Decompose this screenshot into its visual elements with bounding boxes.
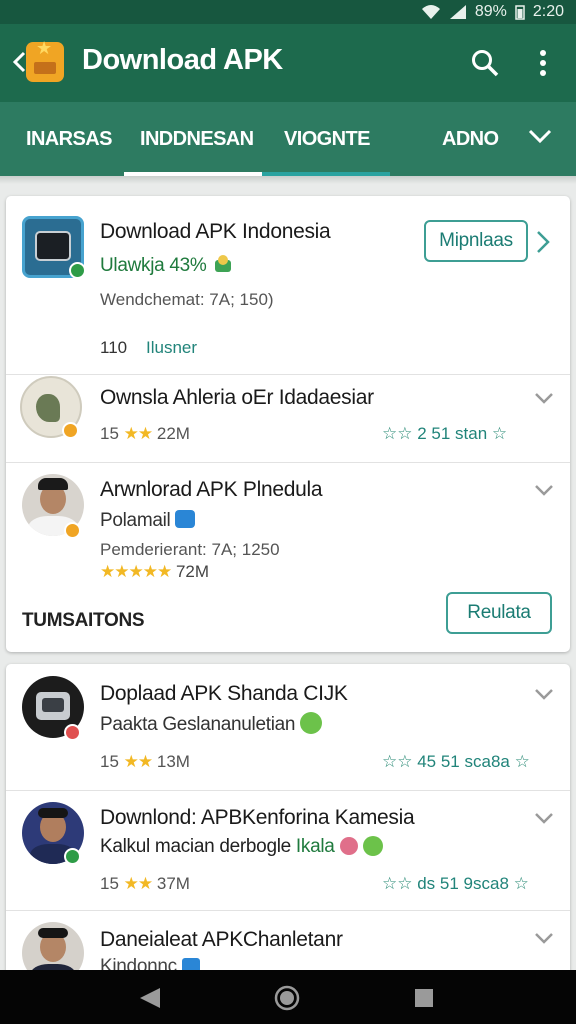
nav-home-icon[interactable] [274, 985, 300, 1011]
star-outline-icon: ☆☆ [382, 424, 413, 443]
system-nav-bar [0, 970, 576, 1024]
app-title[interactable]: Doplaad APK Shanda CIJK [100, 682, 348, 706]
nav-recent-icon[interactable] [414, 988, 434, 1008]
stars-text: ☆☆ 2 51 stan ☆ [382, 424, 507, 444]
stars-value: 2 51 stan [417, 424, 488, 443]
flower-icon [339, 837, 358, 855]
app-title[interactable]: Arwnlorad APK Plnedula [100, 478, 323, 502]
star-outline-icon: ☆☆ [382, 752, 413, 771]
badge-icon [64, 522, 81, 539]
app-rating: ★★★★★ 72M [100, 562, 209, 582]
app-title[interactable]: Daneialeat APKChanletanr [100, 928, 343, 952]
nav-back-icon[interactable] [138, 987, 162, 1009]
star-outline-icon: ☆ [514, 752, 530, 771]
toolbar-shadow [0, 176, 576, 184]
rating-prefix: 15 [100, 874, 119, 893]
stars-text: ☆☆ 45 51 sca8a ☆ [382, 752, 530, 772]
app-size: 13M [156, 752, 190, 771]
chevron-down-icon[interactable] [534, 812, 554, 824]
chevron-down-icon[interactable] [528, 128, 552, 144]
app-list-card-2: Doplaad APK Shanda CIJK Paakta Geslananu… [6, 664, 570, 984]
divider [6, 462, 570, 463]
app-subtitle-text: Paakta Geslananuletian [100, 714, 296, 735]
star-icon: ★★ [123, 874, 154, 893]
chevron-down-icon[interactable] [534, 932, 554, 944]
app-size: 37M [156, 874, 190, 893]
verified-badge-icon [69, 262, 86, 279]
reulata-button[interactable]: Reulata [446, 592, 552, 634]
stars-text: ☆☆ ds 51 9sca8 ☆ [382, 874, 529, 894]
status-bar: 89% 2:20 [0, 0, 576, 24]
chevron-down-icon[interactable] [534, 484, 554, 496]
app-subtitle: Kalkul macian derbogle Ikala [100, 836, 383, 858]
badge-icon [62, 422, 79, 439]
tab-inddnesan[interactable]: INDDNESAN [140, 128, 254, 151]
app-subtitle-text: Ulawkja 43% [100, 255, 207, 276]
tab-bar: INARSAS INDDNESAN VIOGNTE ADNO [0, 102, 576, 176]
app-logo-icon: ★ [26, 38, 64, 82]
tab-viognte[interactable]: VIOGNTE [284, 128, 370, 151]
app-subtitle-text: Polamail [100, 510, 171, 531]
android-icon [214, 255, 231, 272]
signal-icon [449, 5, 466, 19]
app-title[interactable]: Download APK Indonesia [100, 220, 331, 244]
chevron-right-icon[interactable] [536, 230, 550, 254]
app-title: Download APK [82, 44, 283, 76]
app-rating: 15 ★★ 13M [100, 752, 190, 772]
clock: 2:20 [532, 3, 564, 20]
stars-value: 45 51 sca8a [417, 752, 510, 771]
app-subtitle-text: Kalkul macian derbogle [100, 836, 291, 857]
footer-label: Ilusner [146, 338, 198, 357]
back-arrow-icon[interactable] [12, 51, 26, 73]
app-title[interactable]: Downlond: APBKenforina Kamesia [100, 806, 415, 830]
rating-prefix: 15 [100, 424, 119, 443]
app-subtitle-highlight: Ikala [295, 836, 335, 857]
badge-icon [64, 724, 81, 741]
smile-icon [300, 712, 323, 734]
divider [6, 790, 570, 791]
info-icon [175, 510, 196, 528]
star-outline-icon: ☆ [513, 874, 529, 893]
footer-number: 110 [100, 338, 128, 357]
app-subtitle: Polamail [100, 510, 196, 532]
app-detail: Pemderierant: 7A; 1250 [100, 540, 280, 559]
star-outline-icon: ☆ [491, 424, 508, 443]
divider [6, 374, 570, 375]
app-bar: ★ Download APK [0, 24, 576, 102]
app-size: 72M [175, 562, 210, 581]
tab-adno[interactable]: ADNO [442, 128, 499, 151]
stars-value: ds 51 9sca8 [417, 874, 509, 893]
chevron-down-icon[interactable] [534, 688, 554, 700]
app-list-card: Download APK Indonesia Ulawkja 43% Wendc… [6, 196, 570, 652]
star-outline-icon: ☆☆ [382, 874, 413, 893]
app-rating: 15 ★★ 37M [100, 874, 190, 894]
section-label: TUMSAITONS [22, 610, 145, 631]
star-icon: ★★★★★ [100, 562, 172, 581]
badge-icon [64, 848, 81, 865]
star-icon: ★★ [123, 424, 154, 443]
divider [6, 910, 570, 911]
install-button[interactable]: Mipnlaas [424, 220, 528, 262]
app-rating: 15 ★★ 22M [100, 424, 190, 444]
search-icon[interactable] [470, 48, 500, 78]
star-icon: ★★ [123, 752, 154, 771]
app-title[interactable]: Ownsla Ahleria oEr Idadaesiar [100, 386, 374, 410]
app-size: 22M [156, 424, 190, 443]
chevron-down-icon[interactable] [534, 392, 554, 404]
app-subtitle: Ulawkja 43% [100, 254, 234, 277]
tab-inarsas[interactable]: INARSAS [26, 128, 112, 151]
app-detail: Wendchemat: 7A; 150) [100, 290, 274, 309]
smile-icon [362, 836, 383, 856]
battery-icon [515, 5, 525, 20]
more-options-icon[interactable] [532, 48, 554, 78]
rating-prefix: 15 [100, 752, 119, 771]
battery-percent: 89% [474, 3, 507, 20]
app-subtitle: Paakta Geslananuletian [100, 712, 323, 736]
wifi-icon [421, 5, 440, 19]
